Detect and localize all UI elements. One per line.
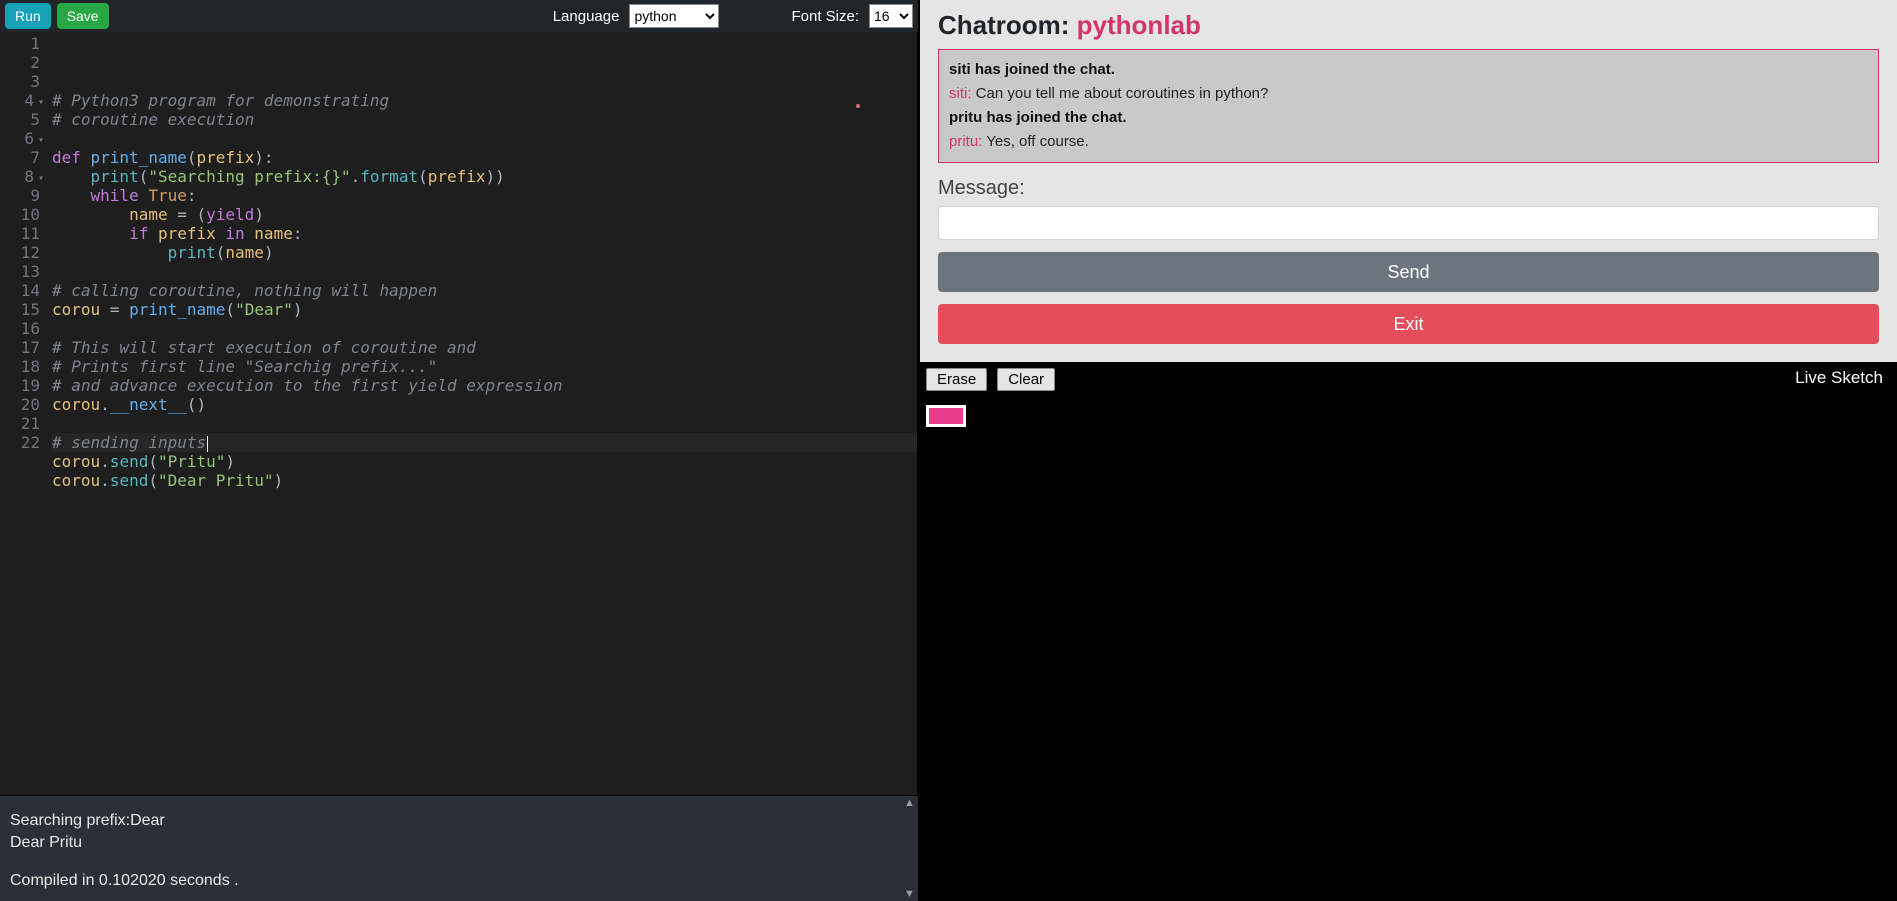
- message-label: Message:: [938, 177, 1879, 200]
- line-number: 13: [4, 262, 40, 281]
- output-scrollbar[interactable]: ▲ ▼: [901, 796, 918, 901]
- send-button[interactable]: Send: [938, 252, 1879, 292]
- code-line[interactable]: # and advance execution to the first yie…: [52, 376, 917, 395]
- line-number: 11: [4, 224, 40, 243]
- code-line[interactable]: # Prints first line "Searchig prefix...": [52, 357, 917, 376]
- code-line[interactable]: # Python3 program for demonstrating: [52, 91, 917, 110]
- line-number: 21: [4, 414, 40, 433]
- code-line[interactable]: [52, 262, 917, 281]
- code-line[interactable]: print(name): [52, 243, 917, 262]
- code-line[interactable]: corou.__next__(): [52, 395, 917, 414]
- code-line[interactable]: [52, 319, 917, 338]
- chat-system-message: pritu has joined the chat.: [949, 106, 1868, 130]
- line-number: 4: [4, 91, 40, 110]
- code-line[interactable]: def print_name(prefix):: [52, 148, 917, 167]
- erase-button[interactable]: Erase: [926, 368, 987, 391]
- editor-panel: Run Save Language python Font Size: 16 1…: [0, 0, 918, 901]
- chat-title-prefix: Chatroom:: [938, 10, 1077, 40]
- code-line[interactable]: while True:: [52, 186, 917, 205]
- editor-toolbar: Run Save Language python Font Size: 16: [0, 0, 918, 32]
- save-button[interactable]: Save: [57, 3, 109, 29]
- line-number: 15: [4, 300, 40, 319]
- line-number: 8: [4, 167, 40, 186]
- output-compiled-status: Compiled in 0.102020 seconds .: [10, 870, 908, 892]
- chat-room-name: pythonlab: [1077, 10, 1201, 40]
- chat-message: siti: Can you tell me about coroutines i…: [949, 82, 1868, 106]
- line-number: 1: [4, 34, 40, 53]
- chat-message: pritu: Yes, off course.: [949, 130, 1868, 154]
- code-line[interactable]: # coroutine execution: [52, 110, 917, 129]
- line-number: 20: [4, 395, 40, 414]
- line-number: 18: [4, 357, 40, 376]
- code-line[interactable]: [52, 414, 917, 433]
- editor-code-area[interactable]: # Python3 program for demonstrating# cor…: [46, 32, 917, 795]
- code-line[interactable]: corou = print_name("Dear"): [52, 300, 917, 319]
- chat-text: Can you tell me about coroutines in pyth…: [976, 85, 1269, 102]
- line-number: 9: [4, 186, 40, 205]
- fontsize-select[interactable]: 16: [869, 4, 913, 28]
- line-number: 3: [4, 72, 40, 91]
- line-number: 10: [4, 205, 40, 224]
- chat-panel: Chatroom: pythonlab siti has joined the …: [918, 0, 1897, 362]
- language-label: Language: [553, 8, 620, 25]
- chat-title: Chatroom: pythonlab: [938, 10, 1879, 41]
- clear-button[interactable]: Clear: [997, 368, 1055, 391]
- color-swatch[interactable]: [926, 405, 966, 427]
- text-caret: [207, 436, 208, 452]
- scroll-up-icon[interactable]: ▲: [904, 796, 915, 810]
- output-lines: Searching prefix:DearDear Pritu: [10, 810, 908, 854]
- message-input[interactable]: [938, 206, 1879, 240]
- chat-system-message: siti has joined the chat.: [949, 58, 1868, 82]
- language-select[interactable]: python: [629, 4, 719, 28]
- line-number: 19: [4, 376, 40, 395]
- sketch-panel[interactable]: Erase Clear Live Sketch: [918, 362, 1897, 901]
- line-number: 2: [4, 53, 40, 72]
- line-number: 17: [4, 338, 40, 357]
- line-number: 16: [4, 319, 40, 338]
- sketch-toolbar: Erase Clear: [926, 368, 1891, 391]
- chat-log: siti has joined the chat.siti: Can you t…: [938, 49, 1879, 163]
- line-number: 6: [4, 129, 40, 148]
- line-number: 7: [4, 148, 40, 167]
- code-line[interactable]: # calling coroutine, nothing will happen: [52, 281, 917, 300]
- code-line[interactable]: if prefix in name:: [52, 224, 917, 243]
- fontsize-label: Font Size:: [791, 8, 859, 25]
- code-line[interactable]: # This will start execution of coroutine…: [52, 338, 917, 357]
- line-number: 22: [4, 433, 40, 452]
- code-line[interactable]: name = (yield): [52, 205, 917, 224]
- chat-user: pritu:: [949, 133, 986, 150]
- right-panel: Chatroom: pythonlab siti has joined the …: [918, 0, 1897, 901]
- chat-text: Yes, off course.: [986, 133, 1089, 150]
- exit-button[interactable]: Exit: [938, 304, 1879, 344]
- sketch-title: Live Sketch: [1795, 368, 1883, 388]
- line-number: 5: [4, 110, 40, 129]
- output-line: Searching prefix:Dear: [10, 810, 908, 832]
- run-button[interactable]: Run: [5, 3, 51, 29]
- editor-gutter: 12345678910111213141516171819202122: [0, 32, 46, 795]
- code-line[interactable]: corou.send("Dear Pritu"): [52, 471, 917, 490]
- scroll-down-icon[interactable]: ▼: [904, 887, 915, 901]
- output-panel: Searching prefix:DearDear Pritu Compiled…: [0, 795, 918, 901]
- chat-user: siti:: [949, 85, 976, 102]
- code-line[interactable]: corou.send("Pritu"): [52, 452, 917, 471]
- output-line: Dear Pritu: [10, 832, 908, 854]
- line-number: 12: [4, 243, 40, 262]
- code-line[interactable]: # sending inputs: [52, 433, 917, 452]
- code-line[interactable]: [52, 490, 917, 509]
- line-number: 14: [4, 281, 40, 300]
- editor-marker-dot: [856, 104, 860, 108]
- code-editor[interactable]: 12345678910111213141516171819202122 # Py…: [0, 32, 918, 795]
- code-line[interactable]: print("Searching prefix:{}".format(prefi…: [52, 167, 917, 186]
- code-line[interactable]: [52, 129, 917, 148]
